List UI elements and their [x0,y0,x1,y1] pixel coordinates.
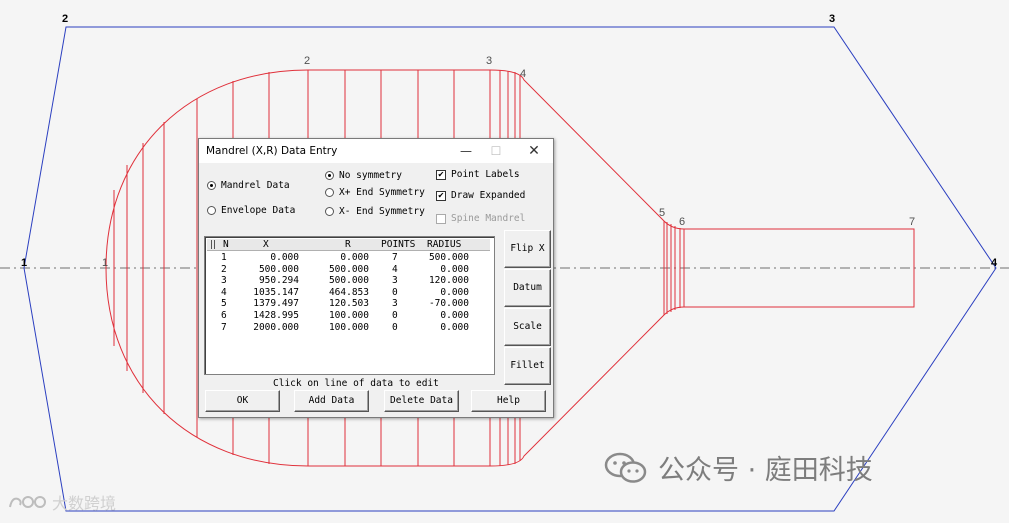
checkmark-icon: ✔ [436,169,446,180]
fillet-button[interactable]: Fillet [504,347,551,385]
table-cell: 500.000 [328,263,369,275]
delete-data-button[interactable]: Delete Data [384,390,459,412]
table-cell: 2000.000 [253,321,299,333]
column-header: X [263,239,269,250]
dialog-title: Mandrel (X,R) Data Entry [206,145,338,157]
checkbox-empty-icon [436,213,446,224]
radio-label: X- End Symmetry [339,206,425,217]
table-cell: 464.853 [328,286,369,298]
table-cell: 120.000 [428,275,469,287]
table-cell: 950.294 [258,275,299,287]
radio-selected-icon [207,181,216,190]
datum-button[interactable]: Datum [504,269,551,307]
table-row[interactable]: 1 0.000 0.000 7 500.000 [207,252,490,263]
table-cell: 0 [392,310,398,321]
watermark: 公众号 · 庭田科技 [604,448,873,487]
table-cell: 0.000 [270,252,299,263]
table-cell: 1428.995 [253,310,299,321]
mandrel-point-label: 3 [486,55,492,67]
checkmark-icon: ✔ [436,190,446,201]
scale-button[interactable]: Scale [504,308,551,346]
add-data-button[interactable]: Add Data [294,390,369,412]
table-cell: 4 [392,263,398,275]
table-cell: 7 [392,252,398,263]
table-cell: 500.000 [428,252,469,263]
table-cell: 100.000 [328,310,369,321]
radio-x-plus-end-symmetry[interactable]: X+ End Symmetry [325,187,425,198]
logo-text: 大数跨境 [52,494,117,513]
radio-label: X+ End Symmetry [339,187,425,198]
radio-mandrel-data[interactable]: Mandrel Data [207,180,290,191]
table-cell: 0 [392,321,398,333]
table-cell: 3 [392,298,398,310]
radio-label: No symmetry [339,170,402,181]
status-text: Click on line of data to edit [273,378,439,389]
mandrel-point-label: 7 [909,216,915,228]
table-cell: 500.000 [328,275,369,287]
watermark-text: 公众号 · 庭田科技 [658,455,873,486]
table-cell: 1035.147 [253,286,299,298]
column-header: POINTS [381,239,416,250]
table-cell: 3 [392,275,398,287]
radio-label: Mandrel Data [221,180,290,191]
table-cell: 0.000 [440,263,469,275]
table-cell: 0.000 [340,252,369,263]
radio-unselected-icon [325,207,334,216]
wechat-icon [604,452,647,483]
table-cell: 1379.497 [253,298,299,310]
column-header: N [223,239,229,250]
table-row[interactable]: 5 1379.497 120.503 3 -70.000 [207,298,490,309]
mandrel-point-label: 6 [679,216,685,228]
ok-button[interactable]: OK [205,390,280,412]
table-row[interactable]: 7 2000.000 100.000 0 0.000 [207,322,490,333]
checkbox-point-labels[interactable]: ✔ Point Labels [436,169,520,180]
radio-unselected-icon [207,206,216,215]
close-icon[interactable]: ✕ [519,141,549,161]
mandrel-point-label: 1 [102,257,108,269]
envelope-point-label: 3 [829,13,835,25]
table-row[interactable]: 6 1428.995 100.000 0 0.000 [207,310,490,321]
radio-x-minus-end-symmetry[interactable]: X- End Symmetry [325,206,425,217]
mandrel-point-label: 5 [659,207,665,219]
table-cell: 100.000 [328,321,369,333]
table-row[interactable]: 2 500.000 500.000 4 0.000 [207,264,490,275]
minimize-icon[interactable]: — [451,141,481,161]
mandrel-point-label: 4 [520,68,526,80]
mandrel-data-table[interactable]: N X R POINTS RADIUS 1 0.000 0.000 7 500.000 2… [204,236,495,375]
envelope-point-label: 1 [21,257,27,269]
table-cell: 0.000 [440,321,469,333]
radio-no-symmetry[interactable]: No symmetry [325,170,402,181]
table-header: N X R POINTS RADIUS [207,239,490,251]
mandrel-data-entry-dialog: Mandrel (X,R) Data Entry — ☐ ✕ Mandrel D… [198,138,554,418]
checkbox-label: Spine Mandrel [451,213,526,224]
checkbox-label: Draw Expanded [451,190,526,201]
checkbox-label: Point Labels [451,169,520,180]
checkbox-draw-expanded[interactable]: ✔ Draw Expanded [436,190,525,201]
logo-icon [9,496,46,508]
radio-unselected-icon [325,188,334,197]
table-cell: -70.000 [428,298,469,310]
column-header: RADIUS [427,239,462,250]
envelope-point-label: 4 [991,257,998,269]
table-cell: 0.000 [440,310,469,321]
table-cell: 500.000 [258,263,299,275]
maximize-icon: ☐ [490,144,502,158]
table-cell: 0 [392,286,398,298]
help-button[interactable]: Help [471,390,546,412]
column-resize-handle [211,240,215,249]
radio-selected-icon [325,171,334,180]
table-row[interactable]: 4 1035.147 464.853 0 0.000 [207,287,490,298]
radio-envelope-data[interactable]: Envelope Data [207,205,295,216]
flip-x-button[interactable]: Flip X [504,230,551,268]
radio-label: Envelope Data [221,205,296,216]
table-cell: 120.503 [328,298,369,310]
table-cell: 0.000 [440,286,469,298]
envelope-point-label: 2 [62,13,68,25]
dialog-titlebar[interactable]: Mandrel (X,R) Data Entry — ☐ ✕ [199,139,553,163]
table-row[interactable]: 3 950.294 500.000 3 120.000 [207,275,490,286]
bottom-logo: 大数跨境 [8,490,116,514]
column-header: R [345,239,351,250]
mandrel-point-label: 2 [304,55,310,67]
checkbox-spine-mandrel: Spine Mandrel [436,213,525,224]
